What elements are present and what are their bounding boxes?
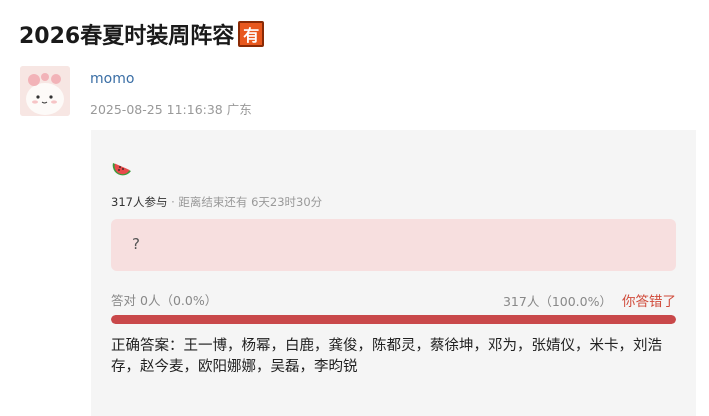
result-progress-bar <box>111 315 676 324</box>
correct-answer: 正确答案：王一博，杨幂，白鹿，龚俊，陈都灵，蔡徐坤，邓为，张婧仪，米卡，刘浩存，… <box>111 338 662 375</box>
poll-option-text: ? <box>132 235 140 253</box>
avatar[interactable] <box>20 66 70 116</box>
total-result: 317人（100.0%） 你答错了 <box>503 290 676 310</box>
avatar-image <box>20 66 70 116</box>
watermelon-icon <box>112 163 131 176</box>
poll-deadline: 距离结束还有 6天23时30分 <box>178 195 323 209</box>
post-meta: 2025-08-25 11:16:38 广东 <box>90 99 252 118</box>
stats-separator: · <box>171 195 175 209</box>
correct-count: 0人（0.0%） <box>140 293 218 308</box>
post-title-text: 2026春夏时装周阵容 <box>19 24 235 49</box>
post-title: 2026春夏时装周阵容 有 <box>19 17 265 51</box>
poll-result-row: 答对 0人（0.0%） 317人（100.0%） 你答错了 <box>111 290 676 310</box>
result-progress-fill <box>111 315 676 324</box>
has-badge: 有 <box>238 21 265 47</box>
wrong-answer-label: 你答错了 <box>622 294 676 310</box>
post-location: 广东 <box>226 102 252 117</box>
correct-label: 答对 <box>111 293 137 308</box>
post-timestamp: 2025-08-25 11:16:38 <box>90 102 223 117</box>
poll-card: 317人参与 · 距离结束还有 6天23时30分 ? 答对 0人（0.0%） 3… <box>91 130 696 416</box>
correct-result: 答对 0人（0.0%） <box>111 290 217 309</box>
poll-option[interactable]: ? <box>111 219 676 271</box>
participants-count: 317人参与 <box>111 195 168 209</box>
total-result-count: 317人（100.0%） <box>502 294 612 309</box>
poll-stats: 317人参与 · 距离结束还有 6天23时30分 <box>111 194 322 210</box>
author-name[interactable]: momo <box>90 71 134 87</box>
